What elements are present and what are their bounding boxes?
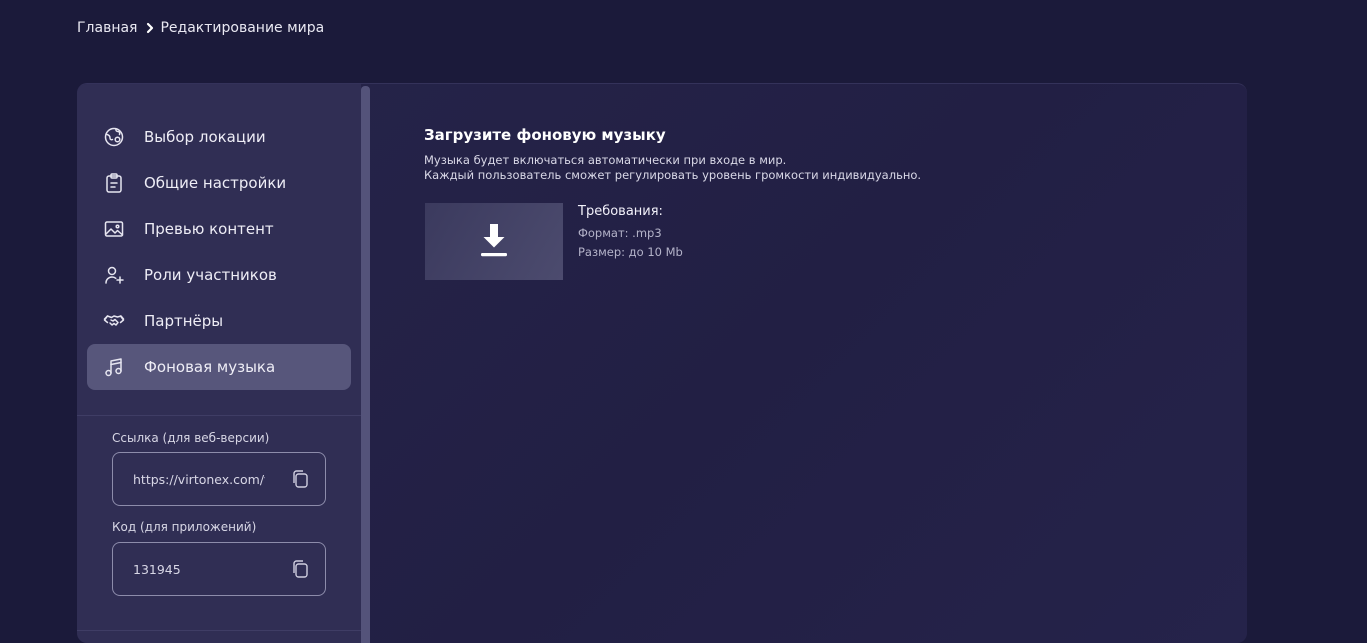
breadcrumb-current: Редактирование мира	[160, 20, 325, 36]
main-content: Загрузите фоновую музыку Музыка будет вк…	[424, 84, 1247, 643]
copy-icon[interactable]	[289, 558, 311, 580]
sidebar-item-label: Фоновая музыка	[144, 358, 276, 376]
breadcrumb-home-link[interactable]: Главная	[77, 20, 137, 36]
sidebar-item-label: Превью контент	[144, 220, 274, 238]
web-link-value[interactable]: https://virtonex.com/v	[133, 472, 265, 487]
music-note-icon	[103, 356, 125, 378]
user-add-icon	[103, 264, 125, 286]
download-icon	[479, 221, 509, 263]
description-line: Каждый пользователь сможет регулировать …	[424, 168, 922, 182]
page-title: Загрузите фоновую музыку	[424, 126, 666, 144]
image-icon	[103, 218, 125, 240]
sidebar-item-general-settings[interactable]: Общие настройки	[87, 160, 351, 206]
sidebar-item-preview-content[interactable]: Превью контент	[87, 206, 351, 252]
web-link-field[interactable]: https://virtonex.com/v	[112, 452, 326, 506]
sidebar: Выбор локации Общие настройки Превью кон…	[77, 84, 361, 643]
app-code-field[interactable]: 131945	[112, 542, 326, 596]
chevron-right-icon	[143, 19, 157, 37]
requirement-size: Размер: до 10 Mb	[578, 245, 683, 259]
sidebar-item-label: Партнёры	[144, 312, 224, 330]
handshake-icon	[103, 310, 125, 332]
link-field-label: Ссылка (для веб-версии)	[112, 431, 270, 445]
requirement-format: Формат: .mp3	[578, 226, 662, 240]
sidebar-item-member-roles[interactable]: Роли участников	[87, 252, 351, 298]
sidebar-item-partners[interactable]: Партнёры	[87, 298, 351, 344]
sidebar-item-label: Общие настройки	[144, 174, 287, 192]
breadcrumb: Главная Редактирование мира	[77, 19, 324, 37]
requirements-title: Требования:	[578, 204, 663, 219]
sidebar-item-label: Роли участников	[144, 266, 277, 284]
sidebar-item-location[interactable]: Выбор локации	[87, 114, 351, 160]
sidebar-menu: Выбор локации Общие настройки Превью кон…	[87, 114, 351, 390]
sidebar-divider	[77, 415, 361, 416]
page-description: Музыка будет включаться автоматически пр…	[424, 153, 921, 183]
sidebar-item-background-music[interactable]: Фоновая музыка	[87, 344, 351, 390]
clipboard-icon	[103, 172, 125, 194]
location-globe-icon	[103, 126, 125, 148]
copy-icon[interactable]	[289, 468, 311, 490]
app-code-value[interactable]: 131945	[133, 562, 265, 577]
sidebar-divider	[77, 630, 361, 631]
upload-music-button[interactable]	[425, 203, 563, 280]
sidebar-scrollbar[interactable]	[361, 86, 370, 643]
code-field-label: Код (для приложений)	[112, 520, 257, 534]
world-editor-card: Выбор локации Общие настройки Превью кон…	[77, 83, 1247, 643]
description-line: Музыка будет включаться автоматически пр…	[424, 153, 787, 167]
sidebar-item-label: Выбор локации	[144, 128, 266, 146]
